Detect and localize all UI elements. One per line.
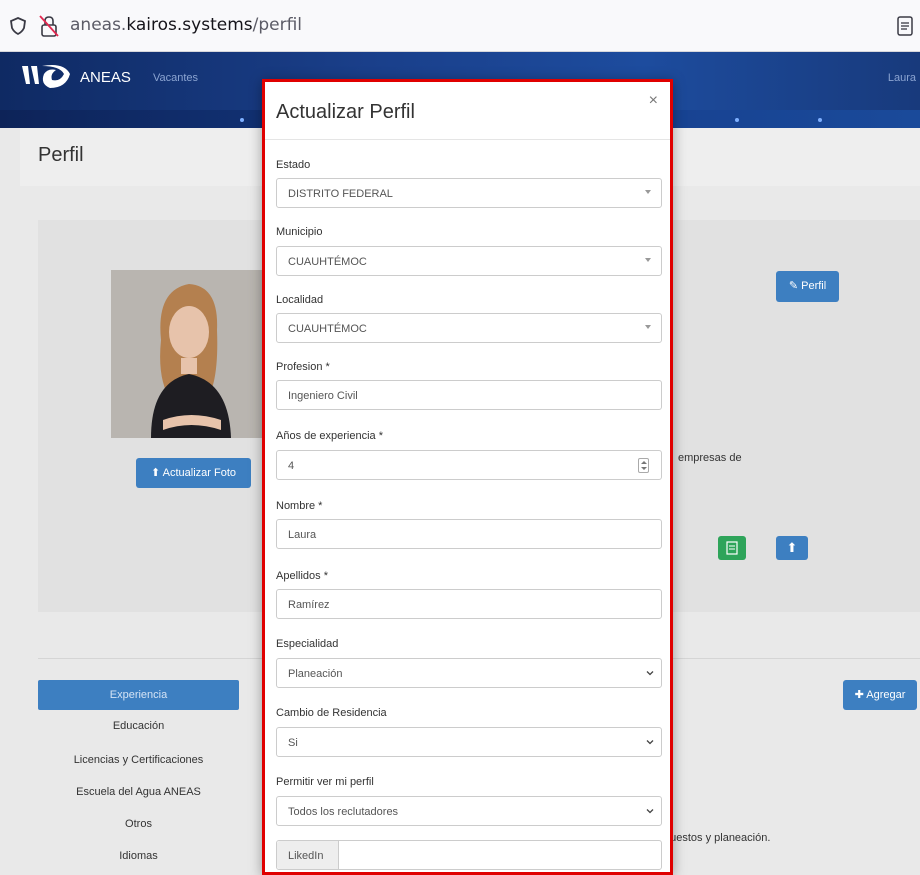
insecure-lock-icon[interactable] xyxy=(38,14,60,38)
sidebar-item-escuela-del-agua[interactable]: Escuela del Agua ANEAS xyxy=(38,786,239,798)
sidebar-item-otros[interactable]: Otros xyxy=(38,818,239,830)
sidebar-item-educacion[interactable]: Educación xyxy=(38,720,239,732)
permitir-value: Todos los reclutadores xyxy=(288,806,399,818)
upload-icon: ⬆ xyxy=(786,540,798,555)
residencia-select[interactable]: Si xyxy=(276,727,662,757)
profile-summary-text: empresas de xyxy=(678,452,742,464)
caret-down-icon xyxy=(645,190,651,194)
add-button-label: Agregar xyxy=(866,689,906,701)
apellidos-input[interactable]: Ramírez xyxy=(276,589,662,619)
banner-dot xyxy=(240,118,244,122)
update-profile-modal: Actualizar Perfil × Estado DISTRITO FEDE… xyxy=(262,79,673,875)
permitir-select[interactable]: Todos los reclutadores xyxy=(276,796,662,826)
municipio-select[interactable]: CUAUHTÉMOC xyxy=(276,246,662,276)
profesion-input[interactable]: Ingeniero Civil xyxy=(276,380,662,410)
localidad-value: CUAUHTÉMOC xyxy=(288,323,367,335)
profesion-value: Ingeniero Civil xyxy=(288,390,358,402)
residencia-value: Si xyxy=(288,737,298,749)
localidad-select[interactable]: CUAUHTÉMOC xyxy=(276,313,662,343)
permitir-label: Permitir ver mi perfil xyxy=(276,776,374,788)
linkedin-input-group[interactable]: LikedIn xyxy=(276,840,662,870)
experiencia-label: Años de experiencia * xyxy=(276,430,384,442)
experiencia-number-input[interactable]: 4 xyxy=(276,450,662,480)
modal-title: Actualizar Perfil xyxy=(276,101,415,123)
estado-select[interactable]: DISTRITO FEDERAL xyxy=(276,178,662,208)
residencia-label: Cambio de Residencia xyxy=(276,707,387,719)
caret-down-icon xyxy=(645,325,651,329)
especialidad-select[interactable]: Planeación xyxy=(276,658,662,688)
estado-value: DISTRITO FEDERAL xyxy=(288,188,393,200)
reader-view-icon[interactable] xyxy=(896,15,914,37)
aneas-logo-icon[interactable] xyxy=(20,62,72,92)
modal-header: Actualizar Perfil × xyxy=(265,82,670,140)
nombre-input[interactable]: Laura xyxy=(276,519,662,549)
especialidad-label: Especialidad xyxy=(276,638,339,650)
profesion-label: Profesion * xyxy=(276,361,330,373)
user-menu[interactable]: Laura xyxy=(888,72,916,84)
chevron-down-icon xyxy=(646,671,654,676)
pencil-icon: ✎ xyxy=(788,280,799,292)
shield-icon[interactable] xyxy=(8,16,28,36)
edit-profile-label: Perfil xyxy=(801,280,827,292)
stepper-icon[interactable] xyxy=(638,458,649,473)
localidad-label: Localidad xyxy=(276,294,324,306)
upload-icon: ⬆ xyxy=(150,467,161,479)
nombre-value: Laura xyxy=(288,529,317,541)
pdf-icon xyxy=(726,541,738,555)
profile-photo xyxy=(111,270,263,438)
banner-dot xyxy=(818,118,822,122)
caret-down-icon xyxy=(645,258,651,262)
update-photo-button[interactable]: ⬆ Actualizar Foto xyxy=(136,458,251,488)
url-path: /perfil xyxy=(252,15,303,35)
apellidos-value: Ramírez xyxy=(288,599,330,611)
browser-url-bar: aneas.kairos.systems/perfil xyxy=(0,0,920,52)
especialidad-value: Planeación xyxy=(288,668,343,680)
upload-cv-button[interactable]: ⬆ xyxy=(776,536,808,560)
chevron-down-icon xyxy=(646,740,654,745)
avatar xyxy=(111,270,263,438)
linkedin-addon-label: LikedIn xyxy=(288,850,324,862)
url-prefix: aneas. xyxy=(70,15,127,35)
sidebar-item-licencias[interactable]: Licencias y Certificaciones xyxy=(38,754,239,766)
nombre-label: Nombre * xyxy=(276,500,323,512)
plus-icon: ✚ xyxy=(854,689,864,701)
apellidos-label: Apellidos * xyxy=(276,570,328,582)
sidebar-item-idiomas[interactable]: Idiomas xyxy=(38,850,239,862)
estado-label: Estado xyxy=(276,159,311,171)
banner-dot xyxy=(735,118,739,122)
page-title: Perfil xyxy=(38,144,84,166)
brand-name[interactable]: ANEAS xyxy=(80,69,131,86)
experience-description-text: puestos y planeación. xyxy=(664,832,771,844)
experiencia-value: 4 xyxy=(288,460,295,472)
url-text[interactable]: aneas.kairos.systems/perfil xyxy=(70,15,302,35)
close-icon[interactable]: × xyxy=(649,92,658,110)
linkedin-addon: LikedIn xyxy=(277,841,339,869)
sidebar-item-experiencia[interactable]: Experiencia xyxy=(38,680,239,710)
municipio-value: CUAUHTÉMOC xyxy=(288,256,367,268)
download-pdf-button[interactable] xyxy=(718,536,746,560)
chevron-down-icon xyxy=(646,809,654,814)
municipio-label: Municipio xyxy=(276,226,323,238)
edit-profile-button[interactable]: ✎ Perfil xyxy=(776,271,839,302)
update-photo-label: Actualizar Foto xyxy=(162,467,237,479)
nav-link-vacantes[interactable]: Vacantes xyxy=(153,72,198,84)
url-domain: kairos.systems xyxy=(126,15,253,35)
add-button[interactable]: ✚ Agregar xyxy=(843,680,917,710)
